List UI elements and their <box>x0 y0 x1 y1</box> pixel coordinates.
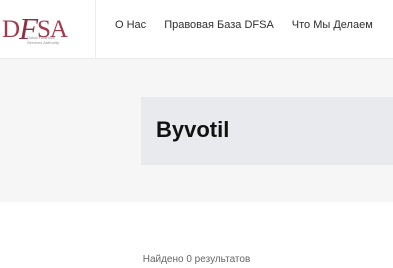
nav-item-legal-framework[interactable]: Правовая База DFSA <box>164 18 274 32</box>
page-title: Byvotil <box>156 117 230 142</box>
nav-item-about[interactable]: О Нас <box>115 18 146 32</box>
search-results-count: Найдено 0 результатов <box>142 254 251 265</box>
main-nav: О Нас Правовая База DFSA Что Мы Делаем <box>115 18 373 32</box>
logo-letter-d: D <box>2 16 20 43</box>
nav-item-what-we-do[interactable]: Что Мы Делаем <box>292 18 373 32</box>
logo-subtitle-line: Services Authority <box>27 40 60 45</box>
logo-subtitle: Dubai Financial Services Authority <box>27 35 59 45</box>
page-hero: Byvotil <box>0 59 393 202</box>
title-box: Byvotil <box>141 97 393 165</box>
site-header: DFSA Dubai Financial Services Authority … <box>0 0 393 59</box>
dfsa-logo[interactable]: DFSA Dubai Financial Services Authority <box>0 0 96 58</box>
